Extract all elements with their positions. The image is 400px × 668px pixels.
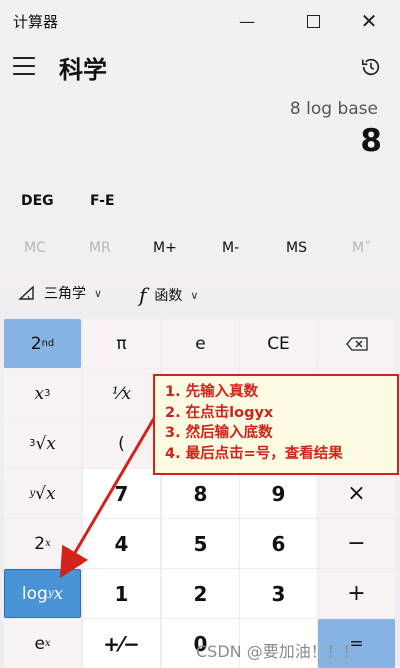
minimize-button[interactable]: — [231, 7, 263, 35]
result-display: 8 [360, 123, 382, 159]
reciprocal-button[interactable]: ¹⁄x [83, 369, 160, 418]
annotation-line-2: 2. 在点击logyx [165, 404, 274, 421]
maximize-icon [306, 14, 320, 28]
expression-display: 8 log base [289, 99, 378, 119]
ms-button[interactable]: MS [286, 240, 307, 256]
ce-button[interactable]: CE [240, 319, 317, 368]
backspace-icon [345, 336, 368, 351]
trig-dropdown[interactable]: 三角学 ∨ [18, 283, 102, 303]
e-button[interactable]: e [162, 319, 239, 368]
angle-unit-button[interactable]: DEG [21, 193, 54, 213]
cube-root-button[interactable]: 3 √x [4, 419, 81, 468]
function-icon: f [139, 283, 147, 307]
four-button[interactable]: 4 [83, 519, 160, 568]
minus-button[interactable]: − [318, 519, 395, 568]
negate-button[interactable]: +⁄− [83, 619, 160, 668]
memory-row: MC MR M+ M- MS M˅ [0, 232, 400, 266]
plus-button[interactable]: + [318, 569, 395, 618]
multiply-button[interactable]: × [318, 469, 395, 518]
function-dropdown[interactable]: f 函数 ∨ [139, 283, 198, 307]
chevron-down-icon: ∨ [190, 288, 199, 302]
pi-button[interactable]: π [83, 319, 160, 368]
e-power-x-button[interactable]: ex [4, 619, 81, 668]
m-plus-button[interactable]: M+ [153, 240, 177, 256]
annotation-line-4: 4. 最后点击=号，查看结果 [165, 445, 343, 462]
maximize-button[interactable] [297, 7, 329, 35]
instruction-annotation: 1. 先输入真数 2. 在点击logyx 3. 然后输入底数 4. 最后点击=号… [153, 374, 399, 475]
watermark: CSDN @要加油！！！ [196, 642, 359, 661]
function-label: 函数 [154, 288, 183, 304]
annotation-line-3: 3. 然后输入底数 [165, 425, 273, 441]
m-minus-button[interactable]: M- [222, 240, 239, 256]
three-button[interactable]: 3 [240, 569, 317, 618]
nine-button[interactable]: 9 [240, 469, 317, 518]
function-row: 三角学 ∨ f 函数 ∨ [0, 283, 400, 307]
keypad: 2nd π e CE x3 ¹⁄x 3 √x ( y √x 7 8 9 × 2x 4… [0, 317, 400, 668]
close-button[interactable]: ✕ [353, 7, 385, 35]
log-y-x-button[interactable]: log y x [4, 569, 81, 618]
five-button[interactable]: 5 [162, 519, 239, 568]
six-button[interactable]: 6 [240, 519, 317, 568]
open-paren-button[interactable]: ( [83, 419, 160, 468]
y-root-button[interactable]: y √x [4, 469, 81, 518]
one-button[interactable]: 1 [83, 569, 160, 618]
title-bar: 计算器 — ✕ [0, 0, 400, 40]
trig-label: 三角学 [44, 286, 86, 302]
fe-button[interactable]: F-E [90, 193, 115, 213]
second-button[interactable]: 2nd [4, 319, 81, 368]
app-title: 计算器 [13, 13, 59, 31]
minimize-icon: — [239, 11, 255, 31]
memory-list-button[interactable]: M˅ [352, 240, 371, 256]
history-icon[interactable] [360, 56, 382, 78]
annotation-line-1: 1. 先输入真数 [165, 384, 259, 400]
mc-button[interactable]: MC [24, 240, 46, 256]
mode-title: 科学 [59, 56, 107, 84]
seven-button[interactable]: 7 [83, 469, 160, 518]
chevron-down-icon: ∨ [94, 286, 103, 300]
header: 科学 [0, 44, 400, 90]
eight-button[interactable]: 8 [162, 469, 239, 518]
cube-button[interactable]: x3 [4, 369, 81, 418]
mr-button[interactable]: MR [89, 240, 111, 256]
two-button[interactable]: 2 [162, 569, 239, 618]
close-icon: ✕ [360, 9, 378, 33]
triangle-icon [18, 285, 34, 300]
backspace-button[interactable] [318, 319, 395, 368]
menu-icon[interactable] [13, 57, 35, 75]
two-power-x-button[interactable]: 2x [4, 519, 81, 568]
